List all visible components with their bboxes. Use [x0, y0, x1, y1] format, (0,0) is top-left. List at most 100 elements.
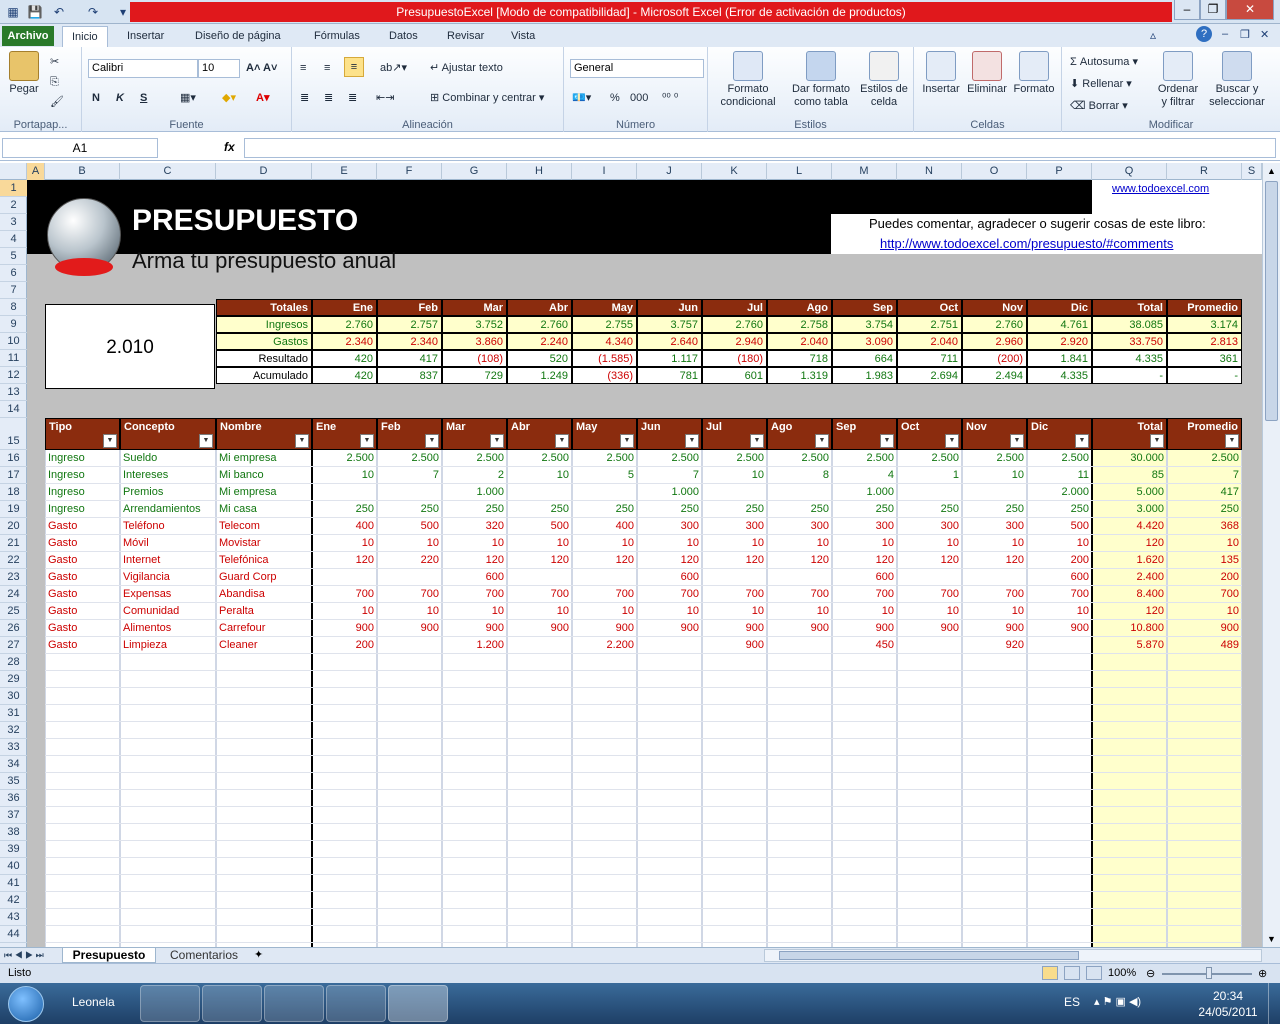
detail-cell[interactable]: 250 — [1167, 501, 1242, 518]
detail-cell[interactable]: 2.500 — [507, 450, 572, 467]
row-header[interactable]: 30 — [0, 688, 27, 705]
detail-cell[interactable]: 10 — [962, 535, 1027, 552]
detail-cell[interactable]: 7 — [1167, 467, 1242, 484]
detail-cell[interactable]: 10 — [897, 603, 962, 620]
row-header[interactable]: 28 — [0, 654, 27, 671]
doc-minimize-icon[interactable]: – — [1222, 28, 1228, 40]
summary-cell[interactable]: 3.752 — [442, 316, 507, 333]
detail-cell[interactable]: 300 — [767, 518, 832, 535]
summary-cell[interactable]: 520 — [507, 350, 572, 367]
summary-cell[interactable]: 420 — [312, 367, 377, 384]
detail-cell[interactable]: Móvil — [120, 535, 216, 552]
align-center-icon[interactable]: ≣ — [324, 89, 333, 107]
row-header[interactable]: 35 — [0, 773, 27, 790]
filter-dropdown-icon[interactable]: ▼ — [880, 434, 894, 448]
row-header[interactable]: 2 — [0, 197, 27, 214]
detail-cell[interactable]: 10 — [637, 603, 702, 620]
detail-cell[interactable]: 10 — [702, 603, 767, 620]
detail-cell[interactable]: 2 — [442, 467, 507, 484]
align-middle-icon[interactable]: ≡ — [324, 59, 330, 77]
detail-cell[interactable]: 10 — [1167, 535, 1242, 552]
detail-cell[interactable]: 700 — [312, 586, 377, 603]
detail-cell[interactable]: 10 — [832, 603, 897, 620]
summary-cell[interactable]: 420 — [312, 350, 377, 367]
detail-cell[interactable]: 300 — [832, 518, 897, 535]
detail-cell[interactable]: 250 — [507, 501, 572, 518]
summary-cell[interactable]: 2.940 — [702, 333, 767, 350]
excel-icon[interactable]: ▦ — [4, 3, 22, 21]
hscroll-thumb[interactable] — [779, 951, 1079, 960]
detail-cell[interactable]: 700 — [962, 586, 1027, 603]
detail-cell[interactable]: 5.000 — [1092, 484, 1167, 501]
help-icon[interactable]: ? — [1196, 26, 1212, 42]
detail-cell[interactable]: 2.500 — [637, 450, 702, 467]
detail-cell[interactable] — [962, 569, 1027, 586]
percent-button[interactable]: % — [610, 89, 620, 107]
filter-dropdown-icon[interactable]: ▼ — [1075, 434, 1089, 448]
detail-cell[interactable] — [377, 637, 442, 654]
detail-cell[interactable]: 400 — [312, 518, 377, 535]
summary-cell[interactable]: 3.090 — [832, 333, 897, 350]
row-header[interactable]: 40 — [0, 858, 27, 875]
undo-icon[interactable]: ↶ — [50, 3, 68, 21]
summary-cell[interactable]: (200) — [962, 350, 1027, 367]
detail-cell[interactable]: Gasto — [45, 603, 120, 620]
summary-cell[interactable]: - — [1092, 367, 1167, 384]
detail-cell[interactable]: 1.620 — [1092, 552, 1167, 569]
detail-cell[interactable]: 700 — [377, 586, 442, 603]
detail-cell[interactable]: 900 — [507, 620, 572, 637]
comment-link[interactable]: http://www.todoexcel.com/presupuesto/#co… — [880, 236, 1173, 252]
detail-cell[interactable]: 10 — [637, 535, 702, 552]
detail-cell[interactable]: 2.500 — [442, 450, 507, 467]
detail-cell[interactable] — [312, 569, 377, 586]
summary-cell[interactable]: 1.319 — [767, 367, 832, 384]
summary-cell[interactable]: 33.750 — [1092, 333, 1167, 350]
detail-cell[interactable]: 900 — [897, 620, 962, 637]
site-link[interactable]: www.todoexcel.com — [1112, 181, 1209, 197]
detail-cell[interactable]: Carrefour — [216, 620, 312, 637]
row-header[interactable]: 7 — [0, 282, 27, 299]
cell-styles-button[interactable]: Estilos de celda — [856, 51, 912, 109]
column-header[interactable]: H — [507, 163, 572, 180]
function-icon[interactable]: fx — [224, 140, 235, 154]
detail-cell[interactable] — [507, 569, 572, 586]
row-header[interactable]: 38 — [0, 824, 27, 841]
detail-cell[interactable]: 417 — [1167, 484, 1242, 501]
maximize-button[interactable]: ❐ — [1200, 0, 1226, 20]
bold-button[interactable]: N — [92, 89, 100, 107]
sheet-tab-comentarios[interactable]: Comentarios — [160, 948, 248, 963]
summary-cell[interactable]: 718 — [767, 350, 832, 367]
select-all-corner[interactable] — [0, 163, 27, 180]
detail-cell[interactable]: 10 — [572, 535, 637, 552]
detail-cell[interactable]: Gasto — [45, 518, 120, 535]
detail-cell[interactable]: 3.000 — [1092, 501, 1167, 518]
detail-cell[interactable]: 700 — [1167, 586, 1242, 603]
ribbon-minimize-icon[interactable]: ▵ — [1150, 28, 1156, 42]
detail-cell[interactable]: 300 — [897, 518, 962, 535]
tab-diseno[interactable]: Diseño de página — [186, 26, 290, 47]
paste-button[interactable]: Pegar — [4, 51, 44, 96]
detail-cell[interactable]: 250 — [962, 501, 1027, 518]
detail-cell[interactable]: 300 — [702, 518, 767, 535]
detail-cell[interactable] — [377, 484, 442, 501]
detail-cell[interactable]: 2.500 — [897, 450, 962, 467]
detail-cell[interactable]: 1.000 — [637, 484, 702, 501]
zoom-out-icon[interactable]: ⊖ — [1146, 967, 1155, 980]
detail-cell[interactable]: 900 — [572, 620, 637, 637]
detail-cell[interactable]: 5.870 — [1092, 637, 1167, 654]
detail-cell[interactable]: 10 — [1167, 603, 1242, 620]
row-header[interactable]: 36 — [0, 790, 27, 807]
detail-cell[interactable]: 10.800 — [1092, 620, 1167, 637]
detail-cell[interactable]: 120 — [832, 552, 897, 569]
row-header[interactable]: 3 — [0, 214, 27, 231]
align-top-icon[interactable]: ≡ — [300, 59, 306, 77]
new-sheet-icon[interactable]: ✦ — [254, 948, 263, 963]
minimize-button[interactable]: ‒ — [1174, 0, 1200, 20]
detail-cell[interactable]: 10 — [312, 603, 377, 620]
formula-input[interactable] — [244, 138, 1276, 158]
detail-cell[interactable]: 1.200 — [442, 637, 507, 654]
borders-icon[interactable]: ▦▾ — [180, 89, 196, 107]
detail-cell[interactable]: 120 — [312, 552, 377, 569]
summary-cell[interactable]: Ingresos — [216, 316, 312, 333]
detail-cell[interactable]: Gasto — [45, 637, 120, 654]
